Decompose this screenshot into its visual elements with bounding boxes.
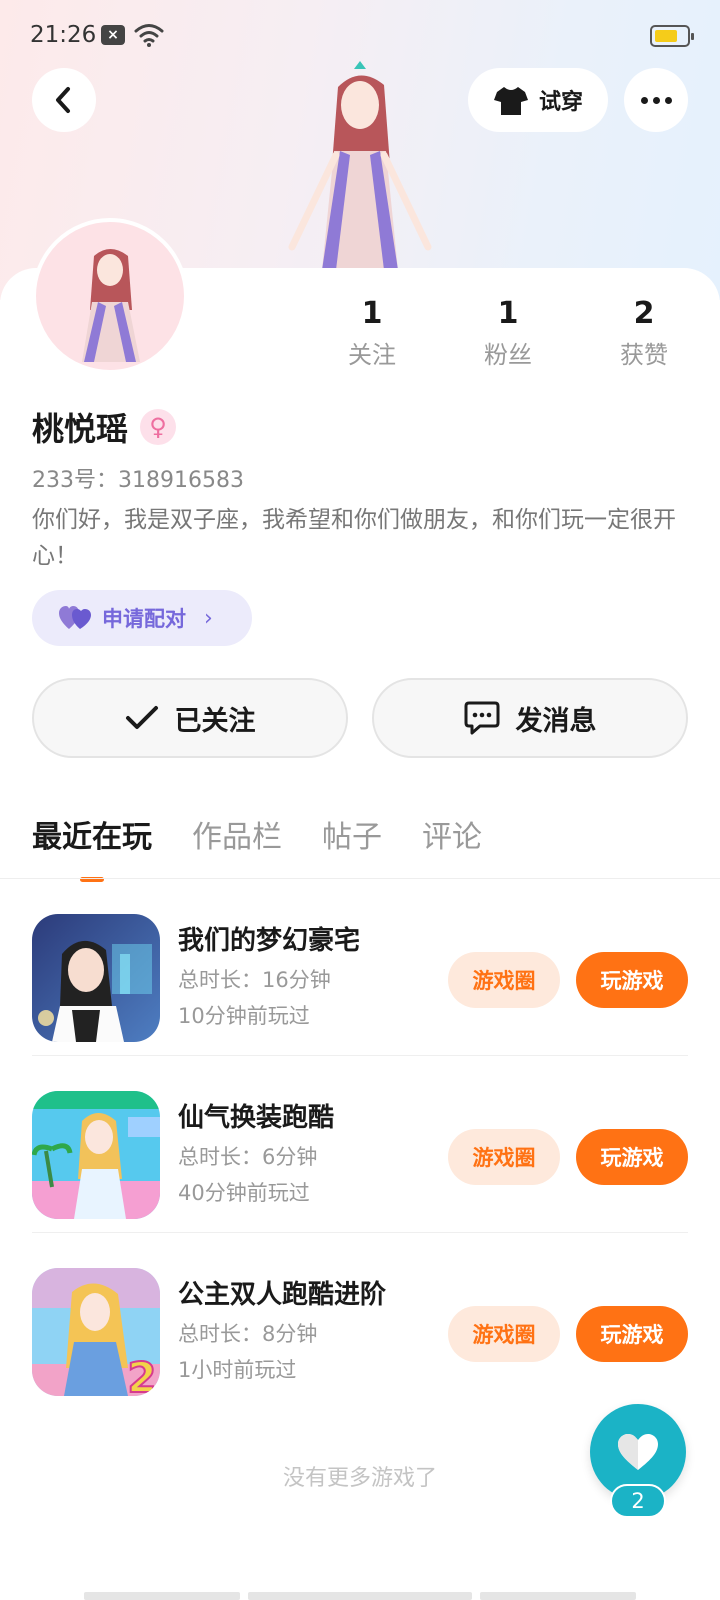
stat-label: 粉丝 (484, 341, 532, 369)
try-on-button[interactable]: 试穿 (468, 68, 608, 132)
name-row: 桃悦瑶 ♀ (32, 404, 177, 450)
chat-bubble-icon (464, 701, 499, 735)
nav-bar-segment (480, 1592, 636, 1600)
nav-bar-segment (84, 1592, 240, 1600)
chevron-right-icon: › (204, 605, 213, 631)
svg-text:2: 2 (127, 1353, 156, 1396)
stat-likes[interactable]: 2 获赞 (594, 296, 694, 370)
heart-icon (618, 1434, 658, 1470)
profile-bio: 你们好，我是双子座，我希望和你们做朋友，和你们玩一定很开心！ (32, 507, 676, 569)
tabs-divider (0, 878, 720, 879)
game-last-played: 1小时前玩过 (178, 1358, 297, 1382)
game-name: 仙气换装跑酷 (178, 1103, 335, 1133)
status-time: 21:26 (30, 22, 97, 48)
check-icon (125, 706, 158, 729)
pair-label: 申请配对 (102, 607, 186, 631)
play-game-button[interactable]: 玩游戏 (576, 1129, 688, 1185)
wifi-icon (134, 24, 164, 47)
stat-following[interactable]: 1 关注 (322, 296, 422, 370)
game-circle-button[interactable]: 游戏圈 (448, 1306, 560, 1362)
close-badge-icon: × (101, 25, 125, 45)
more-dot (664, 96, 672, 104)
send-message-button[interactable]: 发消息 (372, 678, 688, 758)
game-name: 我们的梦幻豪宅 (178, 926, 361, 956)
user-id: 233号：318916583 (32, 468, 244, 493)
play-game-button[interactable]: 玩游戏 (576, 1306, 688, 1362)
stat-number: 1 (497, 296, 519, 331)
stat-followers[interactable]: 1 粉丝 (458, 296, 558, 370)
game-row[interactable]: 我们的梦幻豪宅 总时长：16分钟 10分钟前玩过 游戏圈 玩游戏 (32, 880, 688, 1056)
tab-comments[interactable]: 评论 (422, 812, 482, 856)
more-options-button[interactable] (624, 68, 688, 132)
game-circle-button[interactable]: 游戏圈 (448, 952, 560, 1008)
game-last-played: 40分钟前玩过 (178, 1181, 310, 1205)
more-dot (652, 96, 660, 104)
play-game-button[interactable]: 玩游戏 (576, 952, 688, 1008)
profile-name: 桃悦瑶 (32, 410, 129, 448)
stat-label: 关注 (348, 341, 396, 369)
game-icon-fairy-parkour[interactable] (32, 1091, 160, 1219)
tab-posts[interactable]: 帖子 (322, 812, 382, 856)
game-row[interactable]: 2 公主双人跑酷进阶 总时长：8分钟 1小时前玩过 游戏圈 玩游戏 (32, 1234, 688, 1410)
try-on-label: 试穿 (538, 90, 583, 115)
double-heart-icon (59, 606, 91, 629)
message-label: 发消息 (515, 705, 597, 737)
game-duration: 总时长：8分钟 (178, 1322, 318, 1346)
game-thumbnail (32, 914, 160, 1042)
tab-recently-played[interactable]: 最近在玩 (32, 812, 152, 882)
game-circle-button[interactable]: 游戏圈 (448, 1129, 560, 1185)
followed-label: 已关注 (174, 705, 256, 737)
stat-number: 2 (633, 296, 655, 331)
avatar-figure-thumbnail (82, 249, 140, 362)
avatar-3d-figure (288, 61, 432, 270)
game-row[interactable]: 仙气换装跑酷 总时长：6分钟 40分钟前玩过 游戏圈 玩游戏 (32, 1057, 688, 1233)
followed-button[interactable]: 已关注 (32, 678, 348, 758)
tab-works[interactable]: 作品栏 (192, 812, 282, 856)
game-duration: 总时长：16分钟 (178, 968, 331, 992)
back-button[interactable] (32, 68, 96, 132)
avatar[interactable] (32, 218, 188, 374)
female-icon: ♀ (140, 409, 177, 445)
game-duration: 总时长：6分钟 (178, 1145, 318, 1169)
game-thumbnail: 2 (32, 1268, 160, 1396)
profile-tabs: 最近在玩 作品栏 帖子 评论 (32, 812, 482, 882)
game-icon-dream-mansion[interactable] (32, 914, 160, 1042)
more-dots-icon (640, 96, 648, 104)
game-thumbnail (32, 1091, 160, 1219)
like-count-badge: 2 (610, 1484, 666, 1518)
stat-number: 1 (361, 296, 383, 331)
request-pair-button[interactable]: 申请配对 › (32, 590, 252, 646)
game-name: 公主双人跑酷进阶 (178, 1280, 387, 1310)
stat-label: 获赞 (620, 341, 668, 369)
nav-bar-segment (248, 1592, 472, 1600)
game-last-played: 10分钟前玩过 (178, 1004, 310, 1028)
game-icon-princess-parkour[interactable]: 2 (32, 1268, 160, 1396)
back-arrow-icon (56, 87, 70, 113)
tshirt-icon (493, 87, 528, 115)
battery-icon (650, 25, 694, 47)
